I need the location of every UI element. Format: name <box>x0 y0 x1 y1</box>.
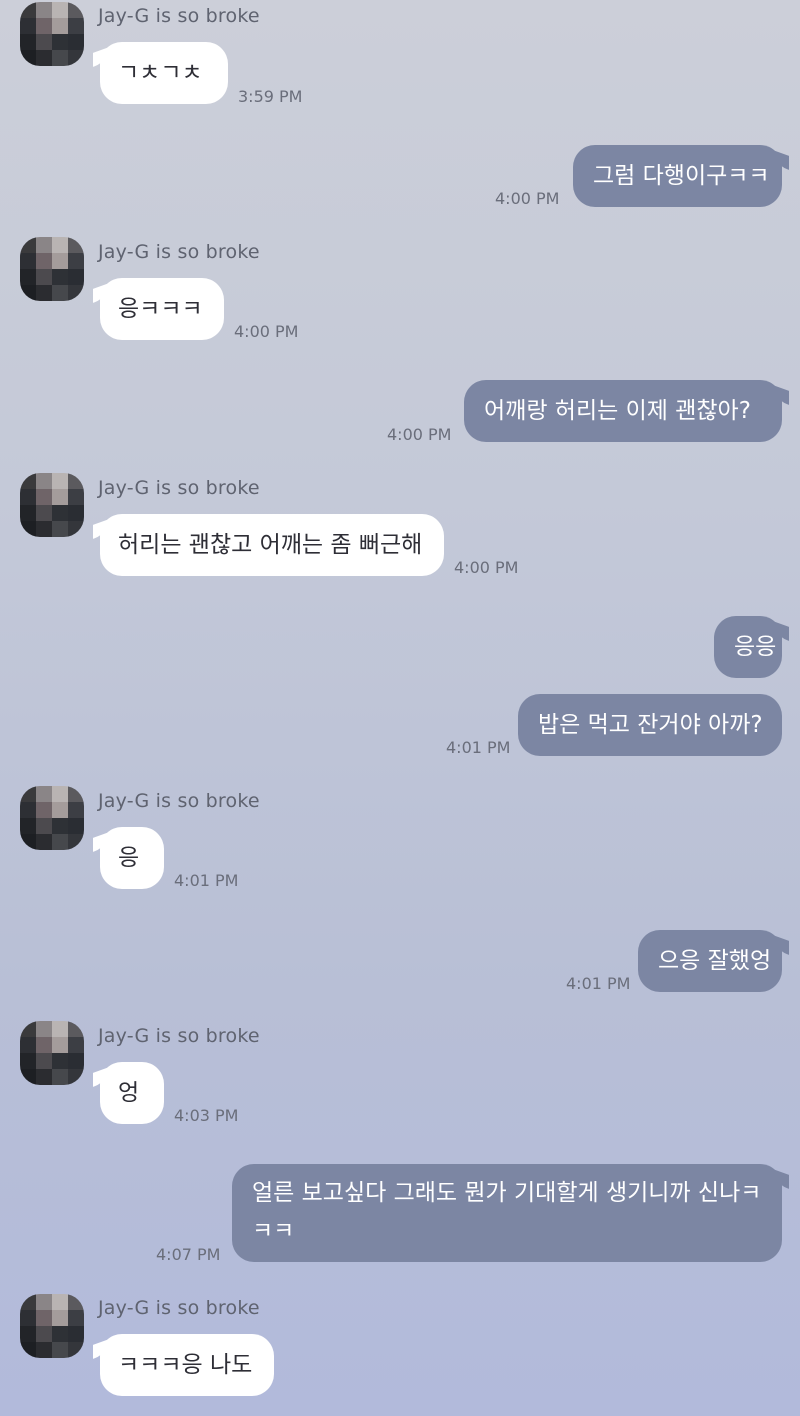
contact-avatar[interactable] <box>20 1021 84 1085</box>
message-timestamp: 4:01 PM <box>446 738 511 757</box>
outgoing-message-bubble[interactable]: 밥은 먹고 잔거야 아까? <box>518 694 782 756</box>
message-timestamp: 4:00 PM <box>387 425 452 444</box>
message-timestamp: 4:00 PM <box>234 322 299 341</box>
message-timestamp: 4:07 PM <box>156 1245 221 1264</box>
sender-name: Jay-G is so broke <box>98 477 260 499</box>
outgoing-message-bubble[interactable]: 그럼 다행이구ㅋㅋ <box>573 145 782 207</box>
outgoing-message-bubble[interactable]: 얼른 보고싶다 그래도 뭔가 기대할게 생기니까 신나ㅋㅋㅋ <box>232 1164 782 1262</box>
outgoing-message-bubble[interactable]: 응응 <box>714 616 782 678</box>
incoming-message-bubble[interactable]: ㄱㅊㄱㅊ <box>100 42 228 104</box>
contact-avatar[interactable] <box>20 2 84 66</box>
message-timestamp: 4:00 PM <box>495 189 560 208</box>
sender-name: Jay-G is so broke <box>98 790 260 812</box>
incoming-message-bubble[interactable]: 응ㅋㅋㅋ <box>100 278 224 340</box>
message-timestamp: 4:03 PM <box>174 1106 239 1125</box>
incoming-message-bubble[interactable]: ㅋㅋㅋ응 나도 <box>100 1334 274 1396</box>
message-timestamp: 4:01 PM <box>174 871 239 890</box>
sender-name: Jay-G is so broke <box>98 5 260 27</box>
chat-thread[interactable]: Jay-G is so broke ㄱㅊㄱㅊ 3:59 PM 그럼 다행이구ㅋㅋ… <box>0 0 800 1416</box>
message-timestamp: 3:59 PM <box>238 87 303 106</box>
contact-avatar[interactable] <box>20 786 84 850</box>
sender-name: Jay-G is so broke <box>98 241 260 263</box>
contact-avatar[interactable] <box>20 473 84 537</box>
message-timestamp: 4:01 PM <box>566 974 631 993</box>
contact-avatar[interactable] <box>20 1294 84 1358</box>
sender-name: Jay-G is so broke <box>98 1025 260 1047</box>
incoming-message-bubble[interactable]: 응 <box>100 827 164 889</box>
sender-name: Jay-G is so broke <box>98 1297 260 1319</box>
incoming-message-bubble[interactable]: 엉 <box>100 1062 164 1124</box>
message-timestamp: 4:00 PM <box>454 558 519 577</box>
outgoing-message-bubble[interactable]: 어깨랑 허리는 이제 괜찮아? <box>464 380 782 442</box>
contact-avatar[interactable] <box>20 237 84 301</box>
incoming-message-bubble[interactable]: 허리는 괜찮고 어깨는 좀 뻐근해 <box>100 514 444 576</box>
outgoing-message-bubble[interactable]: 으응 잘했엉 <box>638 930 782 992</box>
